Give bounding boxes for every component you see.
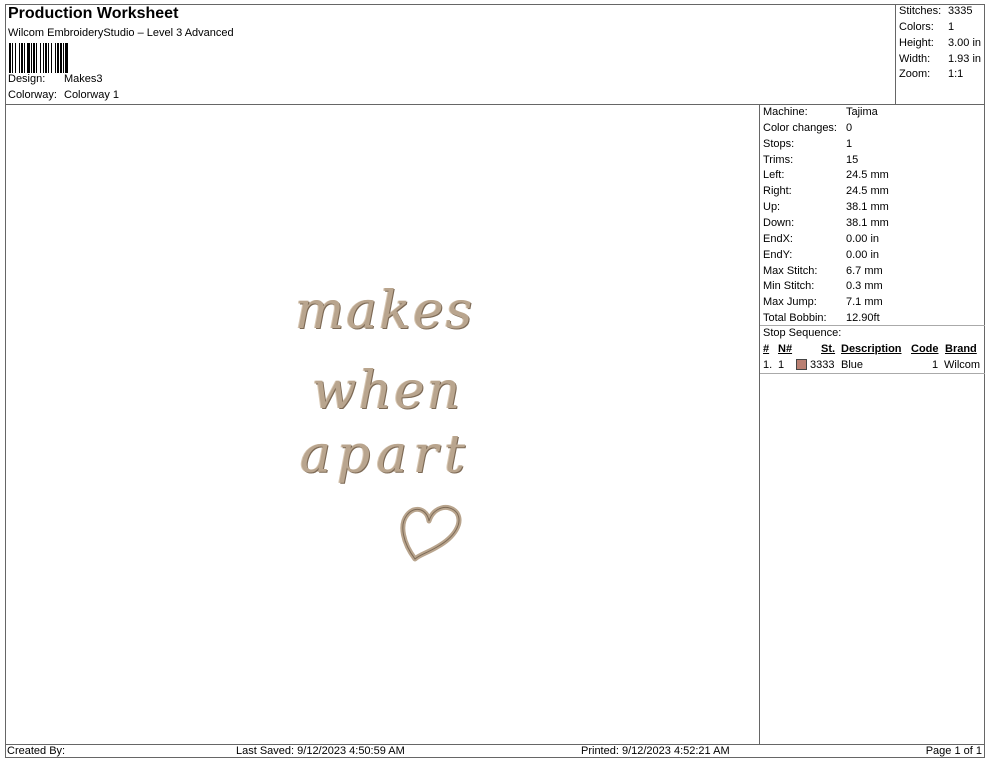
info-label: Min Stitch: xyxy=(763,280,815,293)
info-label: Trims: xyxy=(763,153,794,166)
design-line: makes xyxy=(295,281,475,341)
needle-number: 1 xyxy=(778,359,785,371)
info-value: 24.5 mm xyxy=(846,169,889,182)
info-value: 38.1 mm xyxy=(846,201,889,214)
design-name-row: Design: Makes3 xyxy=(8,73,103,85)
stop-sequence-title: Stop Sequence: xyxy=(763,327,842,339)
summary-value: 3335 xyxy=(948,5,973,17)
divider xyxy=(760,325,985,326)
summary-label: Width: xyxy=(899,53,931,65)
machine-info-panel: Machine: Tajima Color changes: 0 Stops: 1 Trim… xyxy=(760,105,985,744)
design-line: when xyxy=(312,361,463,421)
stitch-count: 3333 xyxy=(810,359,835,371)
summary-label: Height: xyxy=(899,37,934,49)
page-number: Page 1 of 1 xyxy=(925,745,982,757)
summary-value: 1 xyxy=(948,21,955,33)
heart-icon xyxy=(400,504,462,562)
info-label: Total Bobbin: xyxy=(763,312,827,325)
column-header: Code xyxy=(911,343,939,355)
software-name: Wilcom EmbroideryStudio – Level 3 Advanc… xyxy=(8,27,234,39)
column-header: St. xyxy=(821,343,836,355)
design-preview: makes when apart xyxy=(5,105,760,744)
stop-number: 1. xyxy=(763,359,773,371)
divider xyxy=(760,373,985,374)
design-label: Design: xyxy=(8,73,46,85)
barcode-image xyxy=(9,43,109,73)
page-title: Production Worksheet xyxy=(8,5,179,22)
summary-label: Colors: xyxy=(899,21,934,33)
info-value: 24.5 mm xyxy=(846,185,889,198)
column-header: N# xyxy=(778,343,793,355)
worksheet-footer: Created By: Last Saved: 9/12/2023 4:50:5… xyxy=(5,744,985,758)
info-value: 0.00 in xyxy=(846,248,880,261)
info-value: 12.90ft xyxy=(846,312,880,325)
summary-panel: Stitches: 3335 Colors: 1 Height: 3.00 in… xyxy=(896,4,985,105)
info-label: Left: xyxy=(763,169,785,182)
info-label: EndY: xyxy=(763,248,793,261)
info-value: Tajima xyxy=(846,106,878,118)
created-by: Created By: xyxy=(7,745,66,757)
summary-value: 1.93 in xyxy=(948,53,982,65)
info-value: 6.7 mm xyxy=(846,264,883,277)
info-value: 7.1 mm xyxy=(846,296,883,309)
info-label: Up: xyxy=(763,201,781,214)
thread-brand: Wilcom xyxy=(944,359,981,371)
printed-date: Printed: 9/12/2023 4:52:21 AM xyxy=(581,745,730,757)
column-header: Description xyxy=(841,343,902,355)
info-label: Down: xyxy=(763,216,795,229)
info-value: 15 xyxy=(846,153,859,166)
colorway-value: Colorway 1 xyxy=(64,89,120,101)
column-header: Brand xyxy=(945,343,977,355)
design-line: apart xyxy=(300,425,472,485)
info-value: 0.00 in xyxy=(846,232,880,245)
info-label: Stops: xyxy=(763,137,795,150)
info-label: EndX: xyxy=(763,232,793,245)
thread-description: Blue xyxy=(841,359,864,371)
info-value: 38.1 mm xyxy=(846,216,889,229)
last-saved: Last Saved: 9/12/2023 4:50:59 AM xyxy=(236,745,405,757)
worksheet-header: Production Worksheet Wilcom EmbroiderySt… xyxy=(5,4,896,105)
colorway-label: Colorway: xyxy=(8,89,57,101)
info-value: 1 xyxy=(846,137,853,150)
summary-value: 3.00 in xyxy=(948,37,982,49)
summary-label: Zoom: xyxy=(899,68,931,80)
info-label: Max Stitch: xyxy=(763,264,818,277)
info-value: 0.3 mm xyxy=(846,280,883,293)
design-value: Makes3 xyxy=(64,73,103,85)
column-header: # xyxy=(763,343,770,355)
info-label: Right: xyxy=(763,185,792,198)
info-label: Machine: xyxy=(763,106,808,118)
info-label: Max Jump: xyxy=(763,296,817,309)
info-value: 0 xyxy=(846,121,853,134)
summary-label: Stitches: xyxy=(899,5,942,17)
color-swatch xyxy=(796,359,807,370)
thread-code: 1 xyxy=(932,359,939,371)
summary-value: 1:1 xyxy=(948,68,964,80)
info-label: Color changes: xyxy=(763,121,837,134)
colorway-row: Colorway: Colorway 1 xyxy=(8,89,119,101)
